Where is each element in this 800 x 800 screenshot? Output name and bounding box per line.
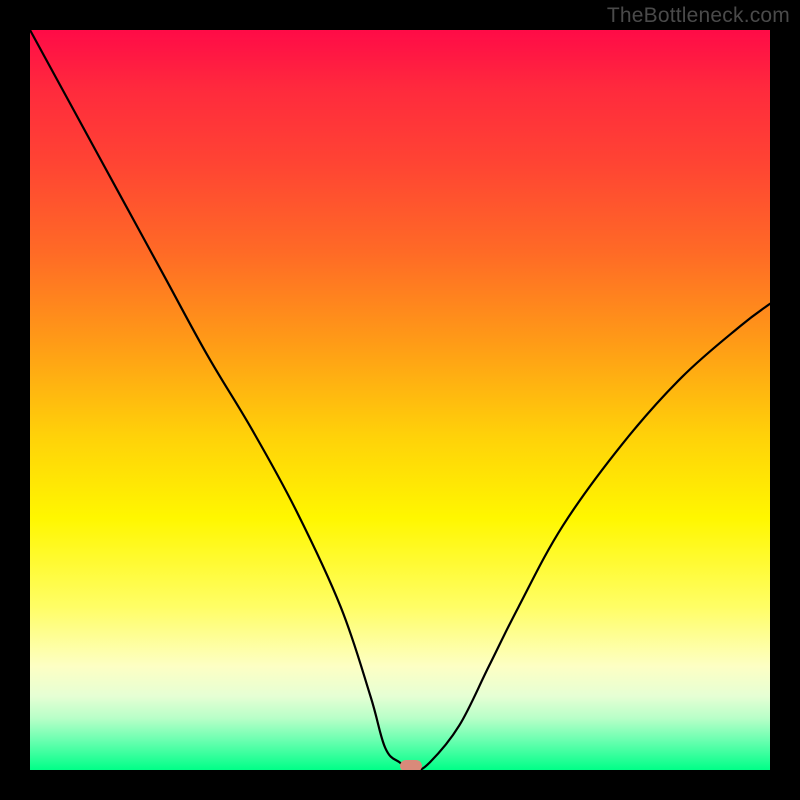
- watermark-text: TheBottleneck.com: [607, 4, 790, 28]
- optimum-marker: [400, 760, 422, 770]
- curve-path: [30, 30, 770, 770]
- plot-area: [30, 30, 770, 770]
- bottleneck-curve: [30, 30, 770, 770]
